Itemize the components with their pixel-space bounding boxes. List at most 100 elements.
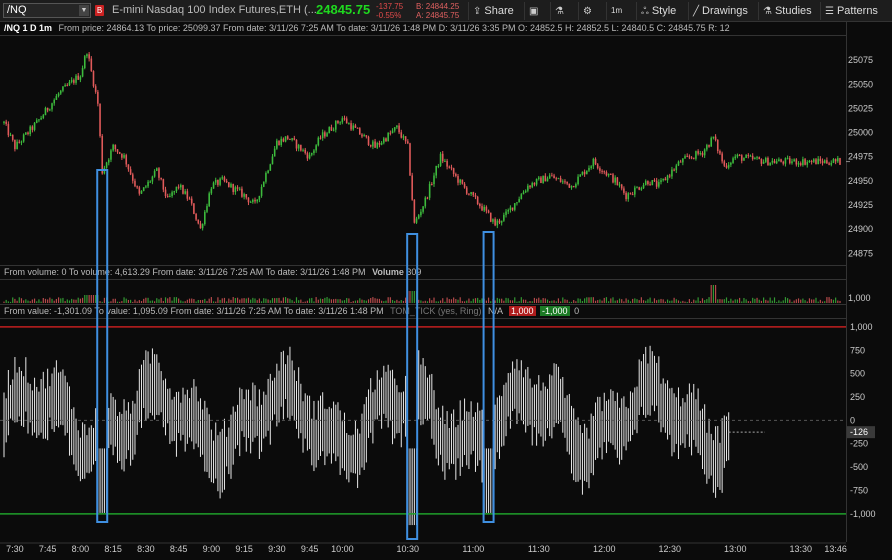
candle-body (228, 182, 230, 188)
volume-bar (568, 301, 570, 303)
volume-bar (477, 297, 479, 303)
volume-bar (42, 297, 44, 303)
volume-bar (481, 298, 483, 303)
flask-button[interactable]: ⚗ (550, 2, 571, 20)
volume-bar (278, 297, 280, 303)
candle-body (245, 194, 248, 198)
volume-bar (16, 300, 18, 303)
candle-body (334, 120, 337, 130)
tick-axis-label: -500 (850, 462, 868, 472)
volume-bar (25, 299, 27, 303)
studies-button[interactable]: ⚗ Studies (758, 2, 812, 20)
volume-bar (601, 300, 603, 303)
volume-bar (732, 300, 734, 303)
volume-bar (603, 297, 605, 303)
volume-bar (463, 301, 466, 303)
candle-body (356, 127, 359, 129)
volume-bar (267, 299, 269, 303)
volume-bar (446, 297, 448, 303)
candle-body (269, 164, 272, 171)
candle-body (105, 162, 108, 168)
volume-bar (520, 297, 522, 303)
volume-bar (649, 297, 651, 303)
style-button[interactable]: ஃ Style (636, 2, 676, 20)
candle-body (53, 99, 56, 104)
volume-bar (243, 298, 245, 303)
candle-body (232, 183, 234, 192)
candle-body (457, 175, 459, 183)
candle-body (330, 127, 333, 131)
volume-bar (145, 297, 147, 303)
volume-bar (330, 299, 333, 303)
volume-bar (656, 300, 658, 303)
volume-bar (71, 298, 73, 303)
candle-body (590, 166, 592, 168)
share-button[interactable]: ⇪ Share (468, 2, 514, 20)
volume-bar (110, 301, 112, 303)
volume-bar (289, 298, 291, 303)
style-icon: ஃ (641, 6, 649, 17)
screenshot-button[interactable]: ▣ (524, 2, 545, 20)
volume-bar (132, 301, 134, 303)
volume-bar (81, 297, 84, 303)
candle-body (49, 109, 51, 111)
volume-bar (835, 297, 837, 303)
candle-body (385, 138, 387, 142)
candle-body (151, 176, 154, 182)
volume-bar (151, 300, 154, 303)
volume-bar (302, 301, 304, 303)
candle-body (258, 195, 261, 200)
candle-body (166, 196, 169, 198)
volume-bar (470, 301, 472, 303)
volume-bar (335, 298, 337, 303)
candle-body (668, 175, 671, 177)
candle-body (817, 158, 819, 165)
volume-bar (383, 301, 385, 303)
volume-bar (560, 301, 562, 303)
symbol-dropdown-icon[interactable]: ▼ (79, 5, 89, 16)
volume-bar (529, 301, 531, 303)
volume-bar (439, 300, 442, 303)
volume-bar (162, 301, 164, 303)
volume-bar (293, 301, 295, 303)
volume-bar (57, 297, 60, 303)
settings-button[interactable]: ⚙ (578, 2, 599, 20)
candle-body (300, 144, 302, 151)
candle-body (655, 180, 658, 187)
candle-body (387, 132, 389, 142)
volume-bar (658, 299, 660, 303)
volume-bar (686, 301, 688, 303)
volume-bar (20, 298, 23, 303)
candle-body (90, 58, 93, 72)
timeframe-button[interactable]: 1m (606, 2, 635, 20)
volume-bar (188, 298, 191, 303)
volume-bar (542, 298, 544, 303)
candle-body (527, 185, 529, 191)
volume-bar (487, 297, 490, 303)
candle-body (38, 119, 40, 121)
candle-body (66, 85, 69, 87)
volume-bar (88, 295, 90, 303)
drawings-button[interactable]: ╱ Drawings (688, 2, 748, 20)
candle-body (160, 177, 162, 180)
candle-body (308, 154, 311, 159)
candle-body (27, 132, 29, 135)
candle-body (116, 149, 119, 153)
volume-bar (472, 298, 474, 303)
patterns-button[interactable]: ☰ Patterns (820, 2, 878, 20)
symbol-input[interactable]: /NQ ▼ (3, 3, 91, 18)
candle-body (101, 136, 104, 174)
chart-canvas[interactable]: 2507525050250252500024975249502492524900… (0, 0, 892, 560)
candle-body (834, 159, 837, 162)
candle-body (77, 75, 80, 80)
volume-bar (697, 297, 699, 303)
tick-zero-label: 0 (574, 306, 580, 316)
volume-bar (136, 301, 138, 303)
price-tick-label: 24875 (848, 248, 873, 258)
candle-body (291, 138, 293, 140)
volume-bar (671, 300, 673, 303)
volume-bar (800, 299, 802, 303)
volume-bar (431, 300, 433, 303)
price-tick-label: 24925 (848, 200, 873, 210)
candle-body (465, 187, 468, 194)
